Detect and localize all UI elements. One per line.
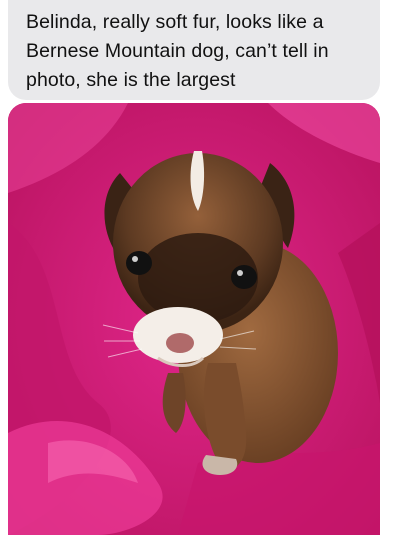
puppy-eye-left bbox=[126, 251, 152, 275]
message-text: Belinda, really soft fur, looks like a B… bbox=[26, 11, 329, 91]
puppy-photo-illustration bbox=[8, 103, 380, 535]
puppy-eye-right bbox=[231, 265, 257, 289]
puppy-nose bbox=[166, 333, 194, 353]
received-message-bubble[interactable]: Belinda, really soft fur, looks like a B… bbox=[8, 0, 380, 100]
message-thread: Belinda, really soft fur, looks like a B… bbox=[0, 0, 420, 535]
message-photo[interactable] bbox=[8, 103, 380, 535]
